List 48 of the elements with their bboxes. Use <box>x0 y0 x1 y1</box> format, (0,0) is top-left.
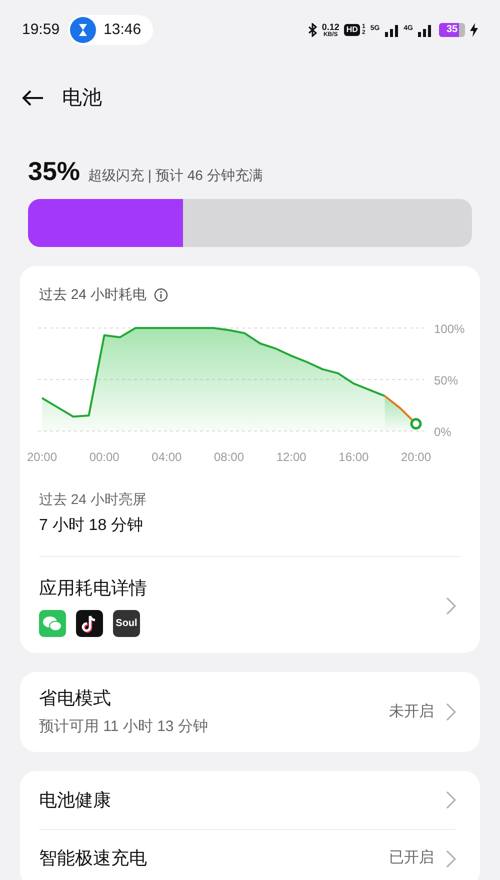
pill-time: 13:46 <box>104 20 142 40</box>
app-usage-title: 应用耗电详情 <box>39 577 147 600</box>
music-note-icon <box>76 610 103 637</box>
timer-pill[interactable]: 13:46 <box>68 15 154 45</box>
chevron-right-icon <box>446 703 456 721</box>
hd-badge: HD <box>344 24 360 36</box>
back-arrow-icon[interactable] <box>22 90 44 106</box>
current-point <box>410 418 422 430</box>
chat-app-icon <box>39 610 66 637</box>
x-tick-label: 20:00 <box>26 450 58 464</box>
row-value: 未开启 <box>389 702 434 722</box>
signal-icon <box>384 24 399 36</box>
row-title: 省电模式 <box>39 687 112 710</box>
settings-row[interactable]: 电池健康 <box>39 771 456 829</box>
row-title: 电池健康 <box>39 788 111 812</box>
settings-row[interactable]: 智能极速充电 已开启 <box>39 829 456 880</box>
row-value: 已开启 <box>389 848 434 868</box>
row-title: 智能极速充电 <box>39 847 147 870</box>
battery-indicator: 35 <box>439 23 465 37</box>
x-tick-label: 00:00 <box>89 450 120 464</box>
power-saving-row[interactable]: 省电模式 预计可用 11 小时 13 分钟 未开启 <box>20 672 480 752</box>
app-icon: Soul <box>113 610 140 637</box>
y-tick-label: 0% <box>434 425 452 439</box>
x-tick-label: 04:00 <box>152 450 182 464</box>
page-title: 电池 <box>62 86 102 111</box>
network-speed: 0.12 <box>322 22 340 32</box>
status-time: 19:59 <box>22 20 60 40</box>
screen-on-time: 7 小时 18 分钟 <box>39 516 144 536</box>
hourglass-icon <box>70 17 96 43</box>
app-usage-row[interactable]: 应用耗电详情 Soul <box>20 557 480 637</box>
chevron-right-icon <box>446 597 456 615</box>
charging-status: 超级闪充 | 预计 46 分钟充满 <box>88 166 263 185</box>
x-tick-label: 08:00 <box>214 450 244 464</box>
chevron-right-icon <box>446 791 456 809</box>
usage-title: 过去 24 小时耗电 <box>39 285 146 304</box>
battery-percent: 35% <box>28 155 80 188</box>
bluetooth-icon <box>308 23 317 37</box>
row-subtitle: 预计可用 11 小时 13 分钟 <box>39 717 208 738</box>
x-tick-label: 12:00 <box>276 450 306 464</box>
x-tick-label: 20:00 <box>400 450 432 464</box>
screen-on-label: 过去 24 小时亮屏 <box>39 490 148 509</box>
x-tick-label: 16:00 <box>338 450 369 464</box>
y-tick-label: 50% <box>434 374 458 388</box>
y-tick-label: 100% <box>434 322 465 336</box>
chevron-right-icon <box>446 850 456 868</box>
info-icon[interactable] <box>154 288 168 302</box>
signal-icon <box>418 24 432 36</box>
lightning-icon <box>470 23 478 37</box>
